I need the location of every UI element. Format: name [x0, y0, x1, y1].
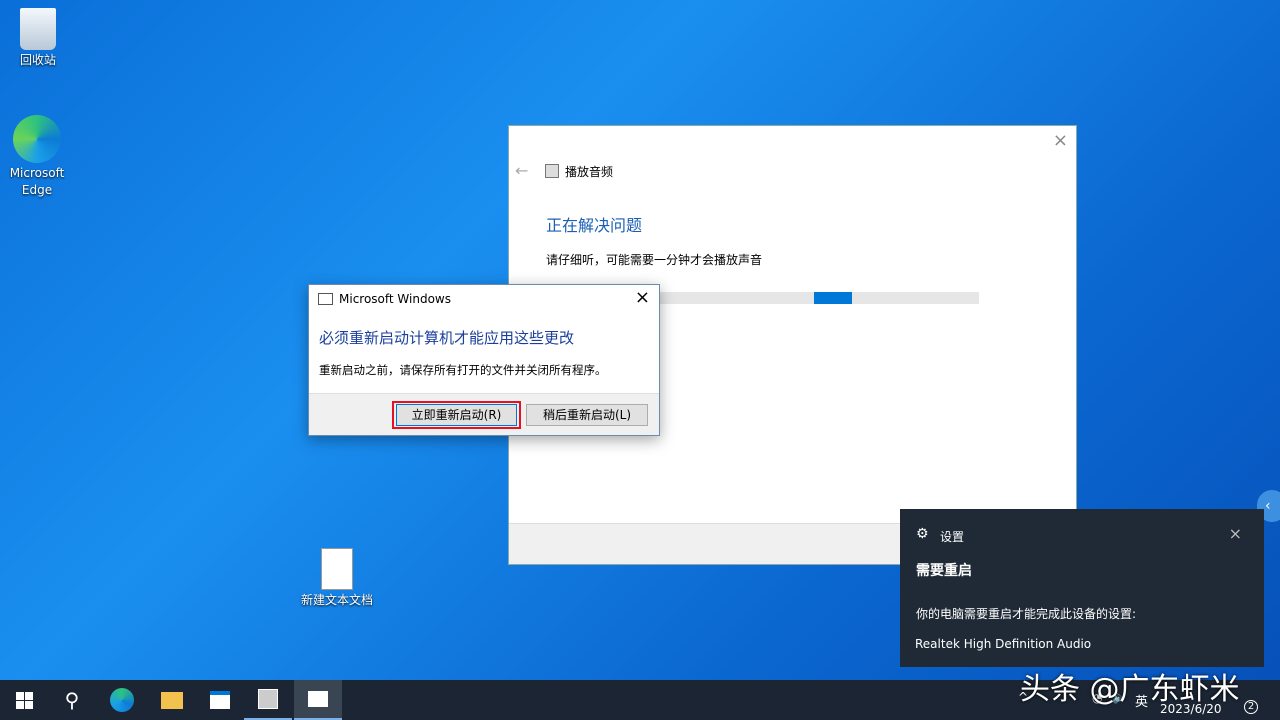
taskbar-file-explorer[interactable] [148, 680, 196, 720]
dialog-message: 重新启动之前，请保存所有打开的文件并关闭所有程序。 [319, 362, 607, 378]
desktop-icon-recycle-bin[interactable]: 回收站 [2, 8, 74, 69]
troubleshooter-icon [258, 689, 278, 709]
taskbar: ⚲ ^ ◔ 🔈 英 2023/6/20 2 头条 @广东虾米 [0, 680, 1280, 720]
desktop-icon-label: Microsoft Edge [10, 166, 65, 197]
restart-now-button[interactable]: 立即重新启动(R) [396, 404, 517, 426]
app-title: 播放音频 [565, 163, 613, 180]
recycle-bin-icon [20, 8, 56, 50]
status-heading: 正在解决问题 [546, 212, 642, 236]
search-icon: ⚲ [65, 688, 80, 712]
toast-app: 设置 [940, 528, 964, 545]
dialog-title: Microsoft Windows [339, 292, 451, 306]
store-icon [210, 691, 230, 709]
dialog-close-button[interactable]: × [635, 287, 650, 308]
taskbar-troubleshooter[interactable] [244, 680, 292, 720]
troubleshooter-app-icon [545, 164, 559, 178]
close-icon[interactable]: × [1053, 130, 1068, 151]
start-button[interactable] [0, 680, 48, 720]
progress-indicator [814, 292, 852, 304]
dialog-footer: 立即重新启动(R) 稍后重新启动(L) [309, 393, 659, 435]
search-button[interactable]: ⚲ [48, 680, 96, 720]
edge-icon [13, 115, 61, 163]
dialog-app-icon [318, 293, 333, 305]
taskbar-dialog[interactable] [294, 680, 342, 720]
text-file-icon [321, 548, 353, 590]
folder-icon [161, 692, 183, 709]
desktop-icon-label: 新建文本文档 [301, 593, 373, 607]
edge-icon [110, 688, 134, 712]
desktop-icon-edge[interactable]: Microsoft Edge [1, 115, 73, 199]
dialog-heading: 必须重新启动计算机才能应用这些更改 [319, 327, 574, 348]
back-arrow-icon[interactable]: ← [515, 161, 528, 180]
taskbar-store[interactable] [196, 680, 244, 720]
toast-device: Realtek High Definition Audio [915, 637, 1091, 651]
toast-body: 你的电脑需要重启才能完成此设备的设置: [916, 605, 1136, 622]
window-icon [308, 691, 328, 707]
watermark: 头条 @广东虾米 [1020, 664, 1240, 708]
notification-center[interactable]: 2 [1244, 700, 1258, 714]
status-message: 请仔细听，可能需要一分钟才会播放声音 [546, 251, 762, 268]
gear-icon: ⚙ [916, 526, 929, 542]
toast-close-button[interactable]: × [1229, 524, 1242, 543]
desktop-icon-label: 回收站 [20, 53, 56, 67]
restart-later-button[interactable]: 稍后重新启动(L) [526, 404, 648, 426]
restart-dialog: Microsoft Windows × 必须重新启动计算机才能应用这些更改 重新… [308, 284, 660, 436]
windows-icon [16, 692, 33, 709]
toast-title: 需要重启 [916, 560, 972, 580]
taskbar-edge[interactable] [98, 680, 146, 720]
restart-notification[interactable]: ⚙ 设置 × 需要重启 你的电脑需要重启才能完成此设备的设置: Realtek … [900, 509, 1264, 667]
desktop-icon-text-document[interactable]: 新建文本文档 [301, 548, 373, 609]
